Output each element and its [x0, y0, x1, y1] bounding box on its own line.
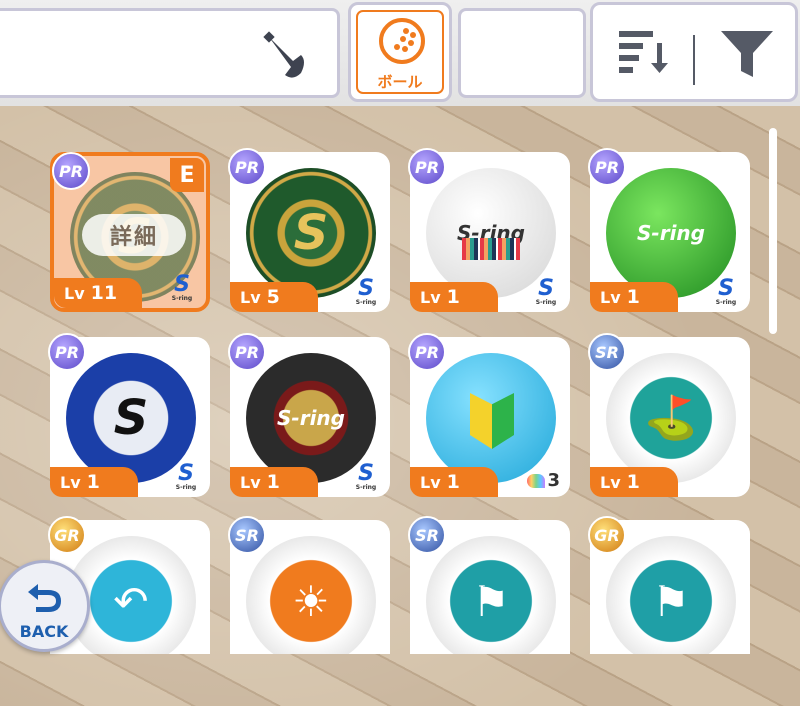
ball-card[interactable]: S PR Lv 1 S S-ring: [48, 333, 210, 497]
level-value: 1: [446, 471, 460, 493]
golf-ball-icon: [379, 18, 425, 64]
brand-logo: S S-ring: [712, 278, 740, 306]
rarity-badge: PR: [52, 152, 90, 190]
level-value: 11: [90, 282, 118, 304]
brand-logo: S S-ring: [172, 463, 200, 491]
level-value: 1: [626, 471, 640, 493]
sort-filter-panel: [590, 2, 798, 102]
ball-card[interactable]: S-ring PR Lv 1 S S-ring: [228, 333, 390, 497]
rarity-badge: PR: [228, 148, 266, 186]
detail-button[interactable]: 詳細: [82, 214, 186, 256]
sun-icon: ☀: [292, 576, 330, 626]
level-value: 1: [446, 286, 460, 308]
back-button[interactable]: BACK: [0, 560, 92, 672]
rarity-badge: GR: [48, 516, 86, 554]
ball-card[interactable]: ⚑ GR: [588, 516, 750, 654]
cup-icon: ⛳: [644, 393, 698, 442]
rarity-badge: PR: [588, 148, 626, 186]
brand-name: S-ring: [355, 484, 377, 491]
brand-name: S-ring: [171, 295, 193, 302]
filter-icon[interactable]: [719, 27, 775, 81]
level-prefix: Lv: [60, 472, 81, 492]
rarity-badge: PR: [48, 333, 86, 371]
rarity-badge: PR: [408, 333, 446, 371]
brand-logo: S S-ring: [352, 463, 380, 491]
vane-icon: ⚑: [472, 576, 510, 626]
level-value: 1: [86, 471, 100, 493]
ball-tab[interactable]: ボール: [348, 2, 452, 102]
rainbow-icon: [527, 474, 546, 488]
level-value: 1: [266, 471, 280, 493]
ball-card[interactable]: S-ring PR Lv 1 S S-ring: [588, 148, 750, 312]
level-prefix: Lv: [240, 287, 261, 307]
level-badge: Lv 1: [410, 282, 498, 312]
brand-logo: S S-ring: [352, 278, 380, 306]
level-badge: Lv 11: [54, 278, 142, 308]
ball-card[interactable]: ⛳ SR Lv 1: [588, 333, 750, 497]
toolbar-divider: [693, 35, 695, 85]
ball-card[interactable]: S-ring PR Lv 1 S S-ring: [408, 148, 570, 312]
brand-name: S-ring: [535, 299, 557, 306]
empty-tab-slot: [458, 8, 586, 98]
level-badge: Lv 5: [230, 282, 318, 312]
level-badge: Lv 1: [590, 282, 678, 312]
golf-club-icon: [263, 31, 304, 78]
level-prefix: Lv: [240, 472, 261, 492]
ball-card[interactable]: S PR Lv 5 S S-ring: [228, 148, 390, 312]
top-toolbar: ボール: [0, 0, 800, 106]
rarity-badge: SR: [588, 333, 626, 371]
ball-card[interactable]: ⚑ SR: [408, 516, 570, 654]
level-prefix: Lv: [64, 283, 85, 303]
rarity-badge: SR: [408, 516, 446, 554]
level-value: 1: [626, 286, 640, 308]
level-badge: Lv 1: [410, 467, 498, 497]
brand-name: S-ring: [355, 299, 377, 306]
rarity-badge: SR: [228, 516, 266, 554]
color-bars-decoration: [462, 238, 520, 260]
ball-card[interactable]: SPRE詳細Lv11SS-ring: [50, 152, 210, 312]
level-value: 5: [266, 286, 280, 308]
brand-logo: S S-ring: [168, 274, 196, 302]
equipped-badge: E: [170, 158, 204, 192]
scrollbar[interactable]: [769, 128, 777, 334]
brand-name: S-ring: [715, 299, 737, 306]
level-badge: Lv 1: [590, 467, 678, 497]
back-button-label: BACK: [19, 622, 69, 641]
level-prefix: Lv: [420, 472, 441, 492]
ball-card[interactable]: PR Lv 1 3: [408, 333, 570, 497]
vane-icon: ⚑: [652, 576, 690, 626]
back-arrow-icon: [28, 584, 61, 612]
ball-grid: SPRE詳細Lv11SS-ringSPRLv5SS-ringS-ringPRLv…: [40, 112, 770, 654]
level-prefix: Lv: [600, 472, 621, 492]
ball-tab-label: ボール: [377, 73, 423, 91]
ball-card[interactable]: ☀ SR: [228, 516, 390, 654]
brand-logo: S S-ring: [532, 278, 560, 306]
rarity-badge: PR: [408, 148, 446, 186]
rarity-badge: PR: [228, 333, 266, 371]
evolution-count: 3: [527, 470, 560, 491]
sort-icon[interactable]: [617, 27, 673, 77]
level-badge: Lv 1: [230, 467, 318, 497]
club-tab[interactable]: [0, 8, 340, 98]
level-badge: Lv 1: [50, 467, 138, 497]
brand-name: S-ring: [175, 484, 197, 491]
level-prefix: Lv: [600, 287, 621, 307]
level-prefix: Lv: [420, 287, 441, 307]
rarity-badge: GR: [588, 516, 626, 554]
